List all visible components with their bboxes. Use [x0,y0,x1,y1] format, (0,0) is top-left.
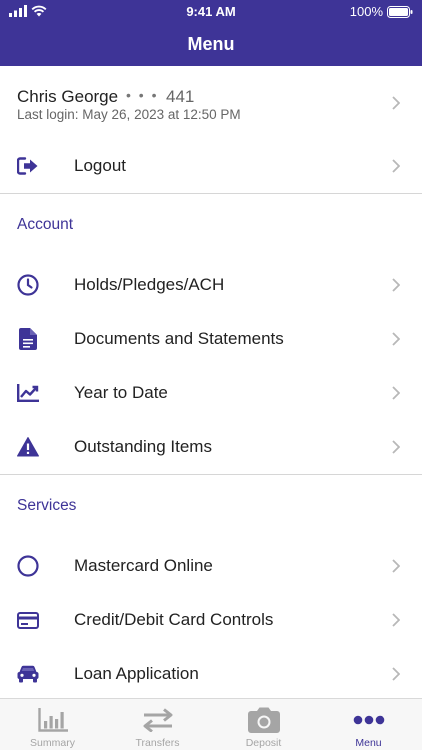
clock-icon [17,274,39,296]
chevron-right-icon [392,440,400,454]
chevron-right-icon [392,559,400,573]
menu-item-label: Year to Date [74,383,168,402]
chevron-right-icon [392,159,400,173]
battery-percent: 100% [349,4,383,19]
tab-transfers[interactable]: Transfers [105,699,210,750]
circle-icon [17,555,39,577]
section-divider [0,474,422,475]
chevron-right-icon [392,667,400,681]
tab-menu[interactable]: Menu [316,699,421,750]
menu-item-year-to-date[interactable]: Year to Date [0,366,422,420]
tab-summary[interactable]: Summary [0,699,105,750]
account-section-title: Account [17,216,74,233]
page-title: Menu [187,34,235,54]
battery-icon [387,5,413,18]
credit-card-icon [17,609,39,631]
menu-item-outstanding-items[interactable]: Outstanding Items [0,420,422,474]
menu-item-documents-statements[interactable]: Documents and Statements [0,312,422,366]
profile-name: Chris George [17,87,119,106]
logout-row[interactable]: Logout [0,139,422,193]
menu-item-label: Credit/Debit Card Controls [74,610,274,629]
menu-item-label: Loan Application [74,664,199,683]
profile-row[interactable]: Chris George • • • 441 Last login: May 2… [0,66,422,140]
account-last-digits: 441 [166,87,195,106]
status-battery: 100% [350,4,413,19]
chevron-right-icon [392,278,400,292]
menu-item-holds-pledges-ach[interactable]: Holds/Pledges/ACH [0,258,422,312]
camera-icon [247,707,280,733]
menu-item-label: Holds/Pledges/ACH [74,275,225,294]
menu-item-mastercard-online[interactable]: Mastercard Online [0,539,422,593]
menu-item-label: Mastercard Online [74,556,213,575]
warning-icon [17,436,39,458]
menu-item-label: Documents and Statements [74,329,284,348]
app-header: 9:41 AM 100% Menu [0,0,422,66]
services-section-title: Services [17,497,77,514]
status-bar: 9:41 AM 100% [0,0,422,24]
tab-deposit[interactable]: Deposit [211,699,316,750]
menu-item-loan-application[interactable]: Loan Application [0,647,422,701]
transfer-arrows-icon [142,707,174,733]
bar-chart-icon [37,707,69,733]
logout-icon [17,155,39,177]
menu-item-card-controls[interactable]: Credit/Debit Card Controls [0,593,422,647]
section-divider [0,193,422,194]
document-icon [17,328,39,350]
menu-item-label: Outstanding Items [74,437,212,456]
masked-account-dots: • • • [126,87,159,103]
tab-label: Summary [30,737,75,749]
chevron-right-icon [392,332,400,346]
tab-label: Menu [355,737,382,749]
chart-icon [17,382,39,404]
car-icon [17,663,39,685]
tab-label: Transfers [135,737,180,749]
logout-label: Logout [74,156,126,175]
chevron-right-icon [392,613,400,627]
last-login-text: Last login: May 26, 2023 at 12:50 PM [17,107,241,122]
chevron-right-icon [392,96,400,110]
chevron-right-icon [392,386,400,400]
bottom-tab-bar: Summary Transfers Deposit Menu [0,698,422,750]
more-dots-icon [353,707,385,733]
tab-label: Deposit [245,737,282,749]
